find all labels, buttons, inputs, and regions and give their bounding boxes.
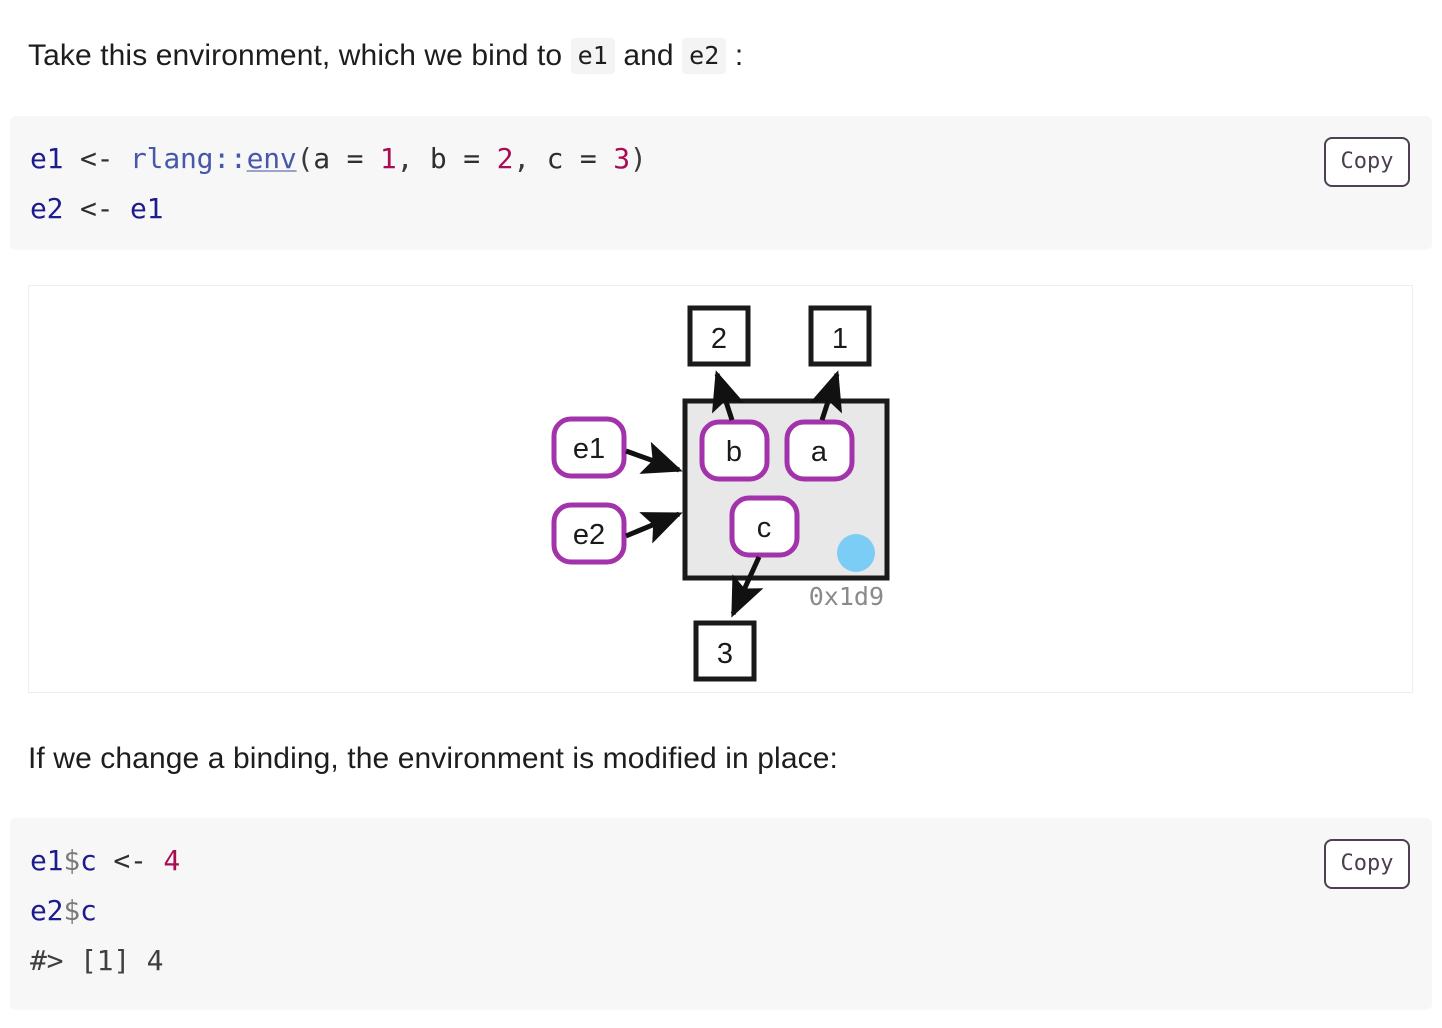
code2-token-var-e1: e1 bbox=[30, 844, 64, 877]
code2-token-assign: <- bbox=[113, 844, 147, 877]
arrow-e1-to-environment bbox=[625, 441, 683, 474]
binding-box-a-label: a bbox=[811, 436, 828, 468]
code2-output-index: [1] bbox=[80, 944, 130, 977]
code-token-num-1: 1 bbox=[379, 142, 397, 175]
environment-address-label: 0x1d9 bbox=[809, 582, 884, 611]
copy-button-2[interactable]: Copy bbox=[1324, 839, 1410, 889]
inline-code-e1: e1 bbox=[570, 38, 615, 74]
code-token-num-3: 3 bbox=[613, 142, 630, 175]
code-block-env-creation: e1 <- rlang::env(a = 1, b = 2, c = 3) e2… bbox=[10, 116, 1432, 250]
code2-token-var-e2: e2 bbox=[30, 894, 64, 927]
code-token-arg-a: a bbox=[313, 142, 330, 175]
code2-output-value: 4 bbox=[146, 944, 164, 977]
code-token-value-e1: e1 bbox=[130, 192, 164, 225]
code2-output-prompt: #> bbox=[30, 944, 64, 977]
code2-token-dollar-2: $ bbox=[63, 894, 80, 927]
second-paragraph: If we change a binding, the environment … bbox=[28, 742, 838, 775]
binding-box-c-label: c bbox=[757, 512, 772, 544]
value-box-3-label: 3 bbox=[717, 638, 733, 670]
environment-diagram-figure: 0x1d9 2 1 3 b a c e1 e2 bbox=[28, 285, 1413, 693]
value-box-1-label: 1 bbox=[832, 323, 848, 355]
code-token-arg-b: b bbox=[429, 142, 447, 175]
code-block-modify-binding: e1$c <- 4 e2$c #> [1] 4 Copy bbox=[10, 818, 1432, 1010]
code-token-num-2: 2 bbox=[496, 142, 514, 175]
code-content-2[interactable]: e1$c <- 4 e2$c #> [1] 4 bbox=[10, 818, 1432, 986]
code2-token-dollar-1: $ bbox=[63, 844, 80, 877]
pointer-box-e1-label: e1 bbox=[573, 433, 605, 465]
copy-button-1[interactable]: Copy bbox=[1324, 137, 1410, 187]
code2-token-field-2: c bbox=[80, 894, 97, 927]
code-content-1[interactable]: e1 <- rlang::env(a = 1, b = 2, c = 3) e2… bbox=[10, 116, 1432, 234]
binding-box-b-label: b bbox=[726, 436, 742, 468]
arrow-e2-to-environment bbox=[625, 511, 683, 544]
code-token-var-e2: e2 bbox=[30, 192, 64, 225]
code-token-var-e1: e1 bbox=[30, 142, 64, 175]
environment-identity-circle bbox=[837, 534, 875, 572]
inline-code-e2: e2 bbox=[682, 38, 727, 74]
code2-token-field-1: c bbox=[80, 844, 97, 877]
intro-text-before: Take this environment, which we bind to bbox=[28, 39, 571, 72]
intro-paragraph: Take this environment, which we bind to … bbox=[28, 36, 743, 77]
code-token-function-env: env bbox=[246, 142, 297, 175]
code2-token-num-4: 4 bbox=[163, 844, 181, 877]
pointer-box-e2-label: e2 bbox=[573, 519, 605, 551]
code-token-arg-c: c bbox=[546, 142, 564, 175]
value-box-2-label: 2 bbox=[711, 323, 727, 355]
intro-text-middle: and bbox=[614, 39, 683, 72]
code-token-namespace: rlang:: bbox=[130, 142, 247, 175]
page-root: Take this environment, which we bind to … bbox=[0, 0, 1442, 1028]
environment-diagram-svg: 0x1d9 2 1 3 b a c e1 e2 bbox=[551, 305, 890, 682]
intro-text-after: : bbox=[726, 39, 744, 72]
code-token-assign-1: <- bbox=[80, 142, 114, 175]
code-token-assign-2: <- bbox=[80, 192, 114, 225]
